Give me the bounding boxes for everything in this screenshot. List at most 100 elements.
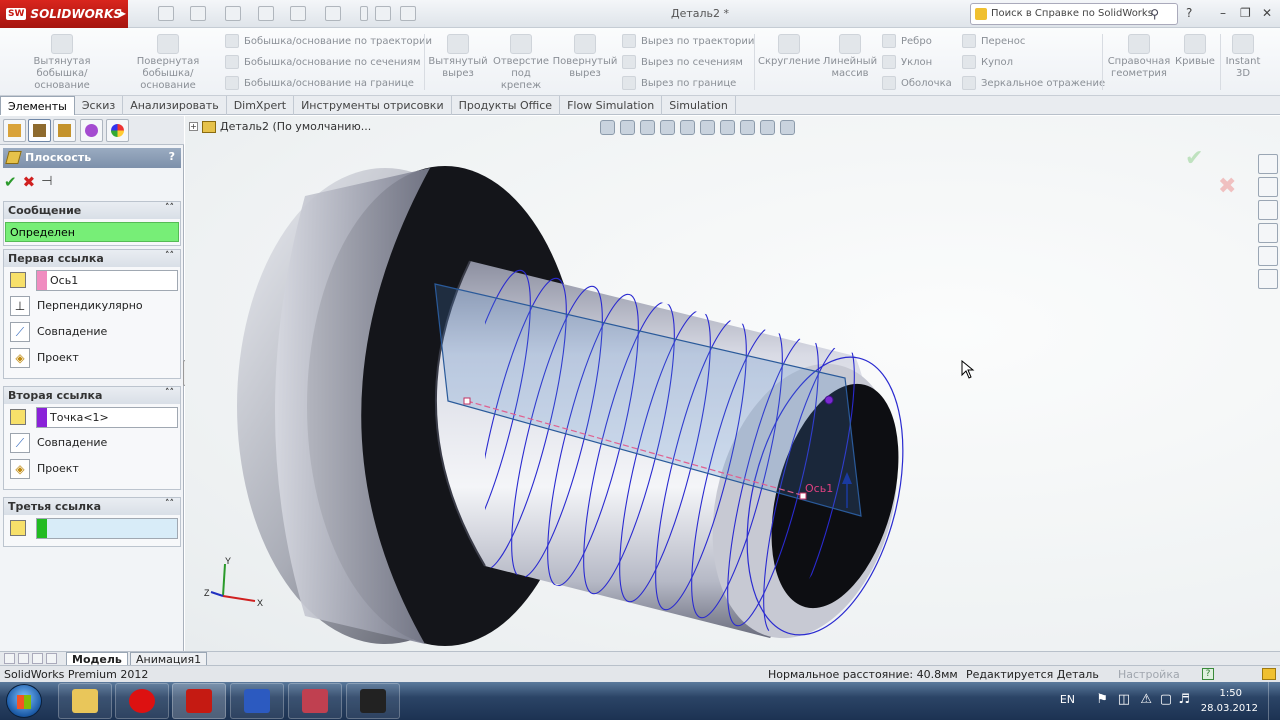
property-manager-tab[interactable]	[28, 119, 51, 142]
cancel-x-icon[interactable]: ✖	[23, 174, 36, 192]
coincident-option[interactable]: ⟋ Совпадение	[4, 430, 180, 456]
linear-pattern-button[interactable]: Линейный массив	[822, 34, 878, 80]
taskbar-app-disk[interactable]	[288, 683, 342, 719]
tab-sketch[interactable]: Эскиз	[75, 96, 124, 115]
file-explorer-icon[interactable]	[1258, 200, 1278, 220]
tab-flow-simulation[interactable]: Flow Simulation	[560, 96, 663, 115]
clock-time[interactable]: 1:50	[1220, 688, 1242, 699]
file-properties-icon[interactable]	[375, 6, 391, 21]
collapse-icon[interactable]: ˄˄	[165, 388, 174, 398]
feature-tree-tab[interactable]	[3, 119, 26, 142]
taskbar-opera[interactable]	[115, 683, 169, 719]
taskbar-app-save[interactable]	[230, 683, 284, 719]
dome-button[interactable]: Купол	[962, 55, 1013, 69]
loft-boss-button[interactable]: Бобышка/основание по сечениям	[225, 55, 421, 69]
wrap-button[interactable]: Перенос	[962, 34, 1025, 48]
mirror-button[interactable]: Зеркальное отражение	[962, 76, 1105, 90]
loft-cut-button[interactable]: Вырез по сечениям	[622, 55, 743, 69]
shell-button[interactable]: Оболочка	[882, 76, 952, 90]
revolve-boss-button[interactable]: Повернутая бобышка/основание	[118, 34, 218, 92]
flag-icon[interactable]: ⚑	[1096, 692, 1108, 707]
show-desktop-button[interactable]	[1268, 682, 1280, 720]
third-reference-header[interactable]: Третья ссылка ˄˄	[4, 498, 180, 515]
tab-render-tools[interactable]: Инструменты отрисовки	[294, 96, 452, 115]
second-reference-header[interactable]: Вторая ссылка ˄˄	[4, 387, 180, 404]
customize-status[interactable]: Настройка	[1118, 668, 1180, 681]
tab-features[interactable]: Элементы	[0, 96, 75, 115]
reference-point-marker[interactable]	[824, 395, 834, 405]
design-library-icon[interactable]	[1258, 177, 1278, 197]
start-button[interactable]	[6, 684, 42, 718]
rib-button[interactable]: Ребро	[882, 34, 932, 48]
confirmation-ok-icon[interactable]: ✔	[1185, 146, 1203, 171]
volume-icon[interactable]: ♬	[1178, 692, 1190, 707]
draft-button[interactable]: Уклон	[882, 55, 932, 69]
speech-bubble-icon[interactable]	[1262, 668, 1276, 680]
taskbar-app-camera[interactable]	[346, 683, 400, 719]
rebuild-icon[interactable]	[360, 6, 368, 21]
next-tab-arrow-icon[interactable]	[32, 653, 43, 664]
tab-animation1[interactable]: Анимация1	[130, 652, 208, 666]
perpendicular-option[interactable]: ⊥ Перпендикулярно	[4, 293, 180, 319]
resources-icon[interactable]	[1258, 154, 1278, 174]
minimize-icon[interactable]: –	[1220, 6, 1226, 20]
restore-icon[interactable]: ❐	[1240, 6, 1251, 20]
collapse-icon[interactable]: ˄˄	[165, 499, 174, 509]
power-icon[interactable]: ⚠	[1140, 692, 1152, 707]
tab-model[interactable]: Модель	[66, 652, 128, 666]
search-icon[interactable]	[1258, 223, 1278, 243]
hole-wizard-button[interactable]: Отверстие под крепеж	[490, 34, 552, 92]
message-group-header[interactable]: Сообщение ˄˄	[4, 202, 180, 219]
extrude-cut-button[interactable]: Вытянутый вырез	[428, 34, 488, 80]
close-icon[interactable]: ✕	[1262, 6, 1272, 20]
boundary-cut-button[interactable]: Вырез по границе	[622, 76, 736, 90]
extrude-boss-button[interactable]: Вытянутая бобышка/основание	[10, 34, 114, 92]
undo-icon[interactable]	[290, 6, 306, 21]
custom-properties-icon[interactable]	[1258, 269, 1278, 289]
taskbar-solidworks[interactable]	[172, 683, 226, 719]
solidworks-menu-button[interactable]: SW SOLIDWORKS ▶	[0, 0, 128, 28]
pushpin-icon[interactable]: ⊣	[41, 174, 52, 192]
last-tab-arrow-icon[interactable]	[46, 653, 57, 664]
curves-button[interactable]: Кривые	[1172, 34, 1218, 68]
tab-office-products[interactable]: Продукты Office	[452, 96, 561, 115]
boundary-boss-button[interactable]: Бобышка/основание на границе	[225, 76, 414, 90]
fillet-button[interactable]: Скругление	[758, 34, 820, 68]
collapse-icon[interactable]: ˄˄	[165, 203, 174, 213]
reference-geometry-button[interactable]: Справочная геометрия	[1106, 34, 1172, 80]
display-manager-tab[interactable]	[106, 119, 129, 142]
help-button[interactable]: ?	[169, 150, 175, 163]
collapse-icon[interactable]: ˄˄	[165, 251, 174, 261]
tab-evaluate[interactable]: Анализировать	[123, 96, 227, 115]
project-option[interactable]: ◈ Проект	[4, 456, 180, 482]
taskbar-explorer[interactable]	[58, 683, 112, 719]
instant3d-button[interactable]: Instant 3D	[1222, 34, 1264, 80]
sweep-cut-button[interactable]: Вырез по траектории	[622, 34, 754, 48]
help-status-icon[interactable]: ?	[1202, 668, 1214, 680]
clock-date[interactable]: 28.03.2012	[1201, 703, 1258, 714]
print-icon[interactable]	[258, 6, 274, 21]
ok-checkmark-icon[interactable]: ✔	[4, 174, 17, 192]
project-option[interactable]: ◈ Проект	[4, 345, 180, 371]
appearances-icon[interactable]	[1258, 246, 1278, 266]
second-reference-field[interactable]: Точка<1>	[36, 407, 178, 428]
prev-tab-arrow-icon[interactable]	[18, 653, 29, 664]
window-icon[interactable]: ▢	[1160, 692, 1172, 707]
first-reference-header[interactable]: Первая ссылка ˄˄	[4, 250, 180, 267]
tab-dimxpert[interactable]: DimXpert	[227, 96, 295, 115]
first-reference-field[interactable]: Ось1	[36, 270, 178, 291]
open-icon[interactable]	[190, 6, 206, 21]
graphics-area[interactable]: + Деталь2 (По умолчанию... Ось1 ✔ ✖ Y X …	[185, 116, 1280, 651]
save-icon[interactable]	[225, 6, 241, 21]
help-search-input[interactable]: Поиск в Справке по SolidWorks ⚲	[970, 3, 1178, 25]
options-icon[interactable]	[400, 6, 416, 21]
language-indicator[interactable]: EN	[1060, 693, 1075, 706]
revolve-cut-button[interactable]: Повернутый вырез	[552, 34, 618, 80]
configuration-tab[interactable]	[53, 119, 76, 142]
new-document-icon[interactable]	[158, 6, 174, 21]
select-icon[interactable]	[325, 6, 341, 21]
help-menu-button[interactable]: ?	[1186, 6, 1192, 20]
tab-simulation[interactable]: Simulation	[662, 96, 736, 115]
first-tab-arrow-icon[interactable]	[4, 653, 15, 664]
search-icon[interactable]: ⚲	[1150, 7, 1159, 21]
